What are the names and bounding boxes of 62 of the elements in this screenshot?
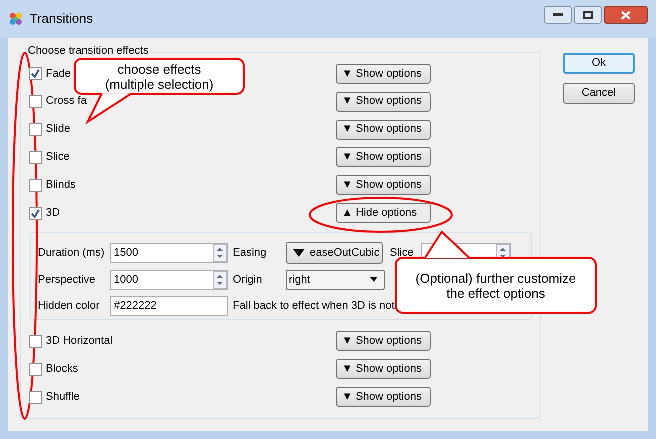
field-label: Duration (ms) xyxy=(38,246,106,261)
field-label: Perspective xyxy=(38,272,96,288)
checkbox[interactable] xyxy=(29,206,42,220)
show-options-button[interactable]: ▼ Show options xyxy=(336,175,431,196)
checkbox-label: Shuffle xyxy=(46,390,80,405)
spinner-icon xyxy=(213,244,227,262)
show-options-button[interactable]: ▼ Show options xyxy=(336,64,431,84)
text-field[interactable]: #222222 xyxy=(110,296,228,316)
callout-text: (multiple selection) xyxy=(105,76,214,92)
maximize-icon xyxy=(583,11,593,19)
field-label: Origin xyxy=(232,272,264,288)
callout-text: (Optional) further customize xyxy=(416,270,576,286)
field-label: Easing xyxy=(232,246,268,261)
checkbox-label: 3D Horizontal xyxy=(46,334,113,350)
checkbox[interactable] xyxy=(29,390,42,404)
callout-text: choose effects xyxy=(118,62,202,76)
show-options-button[interactable]: ▼ Show options xyxy=(336,359,431,380)
field-value: 1000 xyxy=(114,272,140,288)
checkbox-label: Blinds xyxy=(46,178,76,193)
field-value: #222222 xyxy=(114,298,157,314)
minimize-icon xyxy=(553,13,563,17)
dropdown-arrow-icon xyxy=(370,277,378,282)
checkbox-label: Blocks xyxy=(46,362,78,377)
checkbox[interactable] xyxy=(29,150,42,164)
show-options-button[interactable]: ▼ Show options xyxy=(336,120,431,140)
field-label: Hidden color xyxy=(38,298,101,314)
checkbox-label: 3D xyxy=(46,206,60,221)
minimize-button[interactable] xyxy=(544,6,572,24)
checkbox[interactable] xyxy=(29,334,42,348)
close-icon xyxy=(621,10,631,20)
origin-dropdown[interactable]: right xyxy=(286,270,385,290)
show-options-button[interactable]: ▼ Show options xyxy=(336,92,431,112)
window-title: Transitions xyxy=(30,10,94,28)
easing-button[interactable]: easeOutCubic xyxy=(286,242,383,264)
checkbox[interactable] xyxy=(29,67,42,80)
spin-field[interactable]: 1000 xyxy=(110,270,228,290)
close-button[interactable] xyxy=(604,6,648,24)
show-options-button[interactable]: ▼ Show options xyxy=(336,331,431,352)
check-icon xyxy=(31,208,40,218)
checkbox-label: Slide xyxy=(46,122,70,138)
checkbox-label: Fade xyxy=(46,66,72,82)
checkbox-label: Slice xyxy=(46,150,70,166)
dialog-button[interactable]: Cancel xyxy=(563,83,635,104)
show-options-button[interactable]: ▼ Show options xyxy=(336,147,431,168)
show-options-button[interactable]: ▼ Show options xyxy=(336,387,431,408)
checkbox[interactable] xyxy=(29,362,42,376)
spinner-icon xyxy=(213,270,227,289)
maximize-button[interactable] xyxy=(574,6,602,24)
check-icon xyxy=(31,69,40,78)
callout-text: the effect options xyxy=(446,286,546,300)
checkbox[interactable] xyxy=(29,95,42,108)
checkbox-label: Cross fa xyxy=(46,94,87,110)
dialog-button[interactable]: Ok xyxy=(563,53,635,74)
caret-icon xyxy=(293,248,305,257)
checkbox[interactable] xyxy=(29,123,42,136)
app-icon xyxy=(8,11,24,27)
field-label: Fall back to effect when 3D is not xyxy=(232,298,396,314)
hide-options-button[interactable]: ▲ Hide options xyxy=(336,203,431,224)
checkbox[interactable] xyxy=(29,178,42,192)
field-value: 1500 xyxy=(114,246,140,261)
field-label: Slice xyxy=(390,246,414,261)
spin-field[interactable]: 1500 xyxy=(110,242,228,263)
